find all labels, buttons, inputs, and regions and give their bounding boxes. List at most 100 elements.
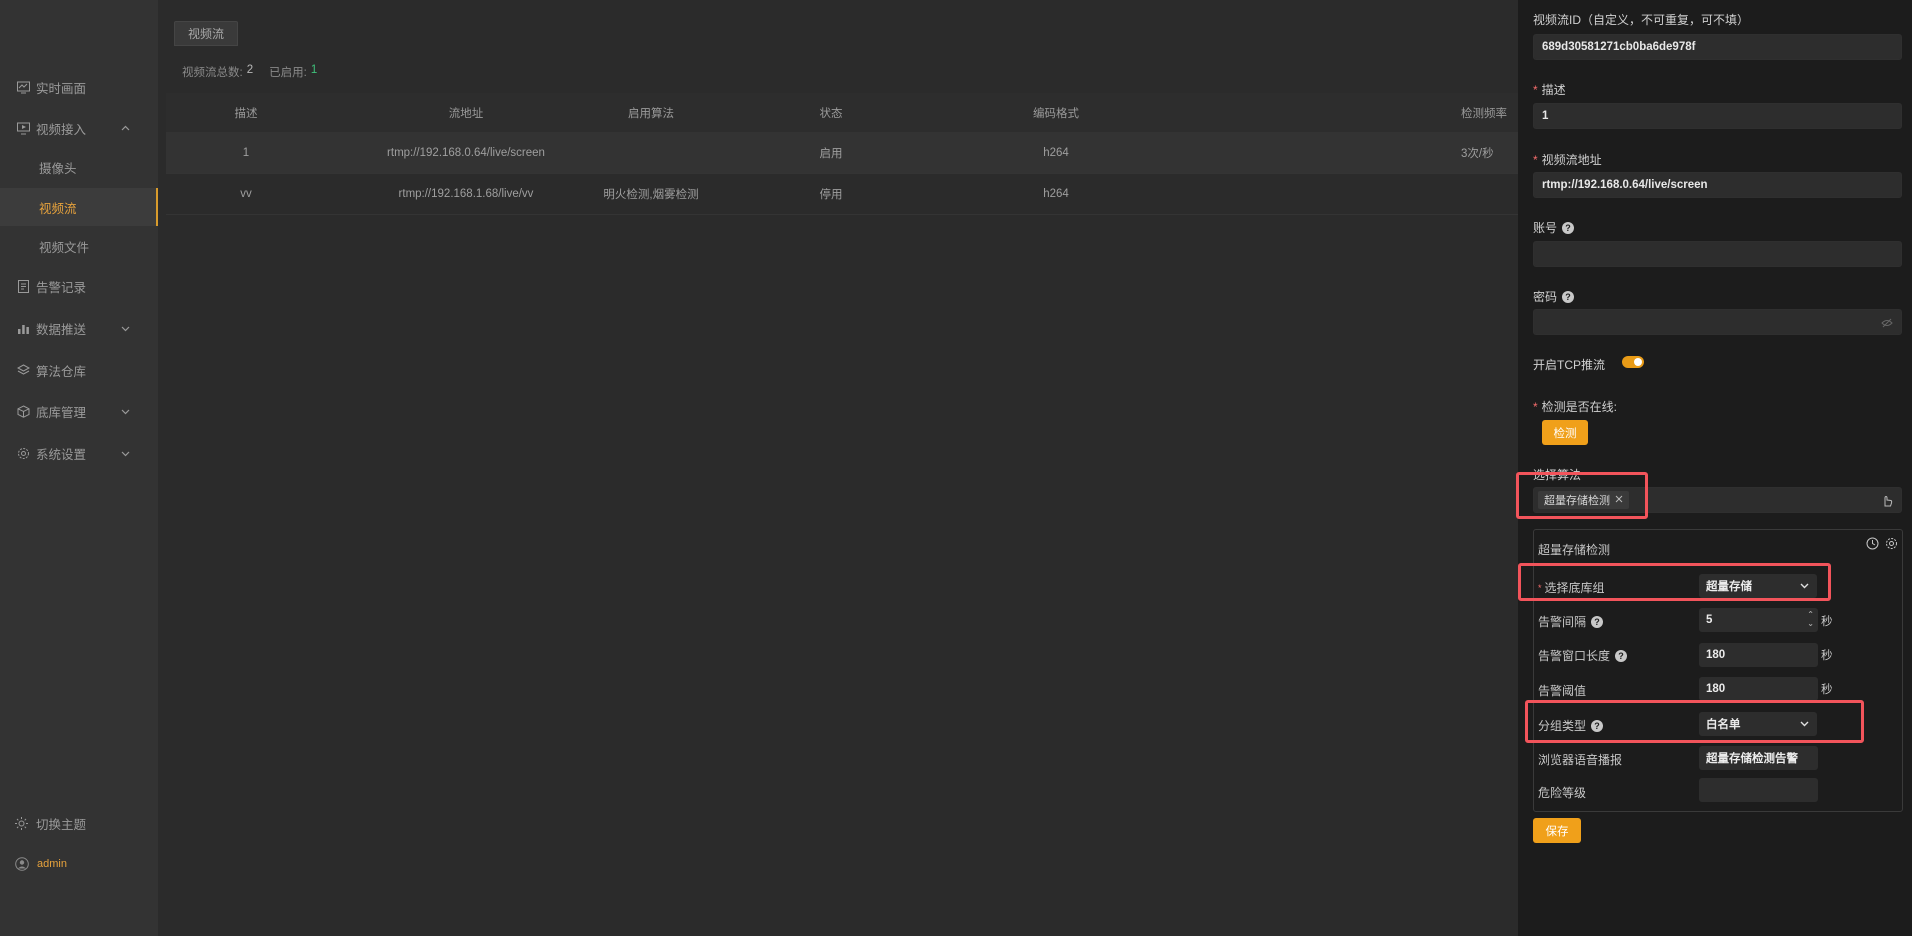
account-label-text: 账号	[1533, 221, 1558, 235]
total-value: 2	[246, 64, 254, 76]
sun-icon	[15, 816, 28, 830]
sidebar-item-alarm-record[interactable]: 告警记录	[0, 266, 158, 306]
alarm-record-icon	[17, 279, 30, 293]
desc-input[interactable]: 1	[1533, 103, 1902, 129]
gear-icon[interactable]	[1885, 537, 1898, 553]
voice-label-text: 浏览器语音播报	[1538, 753, 1623, 767]
table-row[interactable]: vv rtmp://192.168.1.68/live/vv 明火检测,烟雾检测…	[166, 174, 1518, 215]
threshold-input[interactable]: 180	[1699, 677, 1818, 701]
main-content: 视频流 视频流总数: 2 已启用: 1 描述 流地址 启用算法 状态 编码格式 …	[158, 0, 1518, 936]
window-label: 告警窗口长度 ?	[1538, 647, 1628, 664]
desc-label-text: 描述	[1541, 83, 1566, 97]
danger-input[interactable]	[1699, 778, 1818, 802]
table-row[interactable]: 1 rtmp://192.168.0.64/live/screen 启用 h26…	[166, 133, 1518, 174]
column-header: 启用算法	[628, 108, 674, 120]
cell-status: 停用	[819, 189, 843, 201]
required-mark: *	[1533, 399, 1538, 414]
account-input[interactable]	[1533, 241, 1902, 267]
interval-value: 5	[1706, 614, 1713, 626]
enabled-value: 1	[310, 64, 318, 76]
sidebar-item-label: 告警记录	[36, 280, 87, 295]
interval-input[interactable]: 5 ⌃ ⌄	[1699, 608, 1818, 632]
danger-label-text: 危险等级	[1538, 786, 1587, 800]
cell-encoding: h264	[1043, 188, 1069, 200]
cell-url: rtmp://192.168.0.64/live/screen	[387, 147, 545, 159]
url-label-text: 视频流地址	[1541, 153, 1602, 167]
sidebar-item-label: 系统设置	[36, 447, 87, 462]
sidebar-item-video-input[interactable]: 视频接入	[0, 108, 158, 148]
threshold-label: 告警阈值	[1538, 682, 1586, 699]
pointer-hand-icon	[1881, 494, 1893, 510]
tcp-label-text: 开启TCP推流	[1533, 358, 1606, 372]
theme-switch-label: 切换主题	[36, 817, 87, 832]
column-header: 描述	[234, 108, 258, 120]
sidebar-item-realtime[interactable]: 实时画面	[0, 67, 158, 107]
sidebar-item-base-library[interactable]: 底库管理	[0, 391, 158, 431]
data-push-icon	[17, 322, 30, 335]
cell-algorithm	[576, 133, 726, 173]
stream-id-input[interactable]: 689d30581271cb0ba6de978f	[1533, 34, 1902, 60]
voice-label: 浏览器语音播报	[1538, 751, 1622, 768]
theme-switch[interactable]: 切换主题	[0, 808, 158, 838]
cube-icon	[17, 404, 30, 418]
chevron-down-icon	[121, 322, 130, 336]
sidebar-item-label: 实时画面	[36, 81, 87, 96]
sidebar-subitem-label: 视频文件	[39, 240, 90, 255]
password-label: 密码 ?	[1533, 288, 1575, 305]
gear-icon	[17, 447, 30, 460]
clock-icon[interactable]	[1866, 537, 1879, 553]
account-label: 账号 ?	[1533, 219, 1575, 236]
chevron-down-icon	[121, 405, 130, 419]
window-unit: 秒	[1821, 650, 1833, 662]
chevron-up-icon	[121, 122, 130, 136]
sidebar-item-label: 底库管理	[36, 405, 87, 420]
stream-stats: 视频流总数: 2 已启用: 1	[182, 64, 333, 80]
password-input[interactable]	[1533, 309, 1902, 335]
chevron-down-icon	[121, 447, 130, 461]
sidebar: 实时画面 视频接入 摄像头 视频流 视频文件 告警记录 数据推送 算法仓库 底库…	[0, 0, 158, 936]
sidebar-subitem-label: 摄像头	[39, 161, 77, 176]
eye-off-icon[interactable]	[1881, 317, 1893, 332]
algo-section-title-text: 超量存储检测	[1538, 543, 1611, 557]
desc-label: * 描述	[1533, 81, 1566, 98]
save-button[interactable]: 保存	[1533, 818, 1581, 843]
stepper-icon[interactable]: ⌃ ⌄	[1807, 610, 1814, 628]
sidebar-item-label: 视频接入	[36, 122, 87, 137]
stream-id-label-text: 视频流ID（自定义，不可重复，可不填）	[1533, 13, 1750, 27]
sidebar-item-algorithm-store[interactable]: 算法仓库	[0, 350, 158, 390]
algo-section-title: 超量存储检测	[1538, 541, 1610, 558]
url-label: * 视频流地址	[1533, 151, 1602, 168]
cell-desc: vv	[240, 188, 252, 200]
detect-button[interactable]: 检测	[1542, 420, 1588, 445]
sidebar-item-data-push[interactable]: 数据推送	[0, 308, 158, 348]
help-icon[interactable]: ?	[1615, 649, 1628, 662]
help-icon[interactable]: ?	[1591, 615, 1604, 628]
tcp-toggle[interactable]	[1622, 356, 1644, 368]
column-header: 状态	[819, 108, 843, 120]
danger-label: 危险等级	[1538, 784, 1586, 801]
cell-status: 启用	[819, 148, 843, 160]
help-icon[interactable]: ?	[1562, 290, 1575, 303]
column-header: 编码格式	[1033, 108, 1079, 120]
url-input[interactable]: rtmp://192.168.0.64/live/screen	[1533, 172, 1902, 198]
help-icon[interactable]: ?	[1562, 221, 1575, 234]
enabled-label: 已启用:	[269, 67, 307, 79]
sidebar-item-system-settings[interactable]: 系统设置	[0, 433, 158, 473]
algorithm-icon	[17, 363, 30, 377]
sidebar-subitem-video-file[interactable]: 视频文件	[0, 227, 158, 265]
interval-unit: 秒	[1821, 616, 1833, 628]
sidebar-subitem-video-stream[interactable]: 视频流	[0, 188, 158, 226]
online-label-text: 检测是否在线:	[1541, 400, 1618, 414]
required-mark: *	[1533, 152, 1538, 167]
highlight-group-type	[1525, 700, 1864, 743]
table-header: 描述 流地址 启用算法 状态 编码格式 检测频率	[166, 93, 1518, 133]
user-menu[interactable]: admin	[0, 849, 158, 879]
avatar	[15, 857, 29, 871]
tab-video-stream[interactable]: 视频流	[174, 21, 239, 46]
sidebar-subitem-camera[interactable]: 摄像头	[0, 148, 158, 186]
window-input[interactable]: 180	[1699, 643, 1818, 667]
interval-label: 告警间隔 ?	[1538, 613, 1604, 630]
voice-input[interactable]: 超量存储检测告警	[1699, 746, 1818, 770]
sidebar-item-label: 数据推送	[36, 322, 87, 337]
cell-url: rtmp://192.168.1.68/live/vv	[398, 188, 534, 200]
